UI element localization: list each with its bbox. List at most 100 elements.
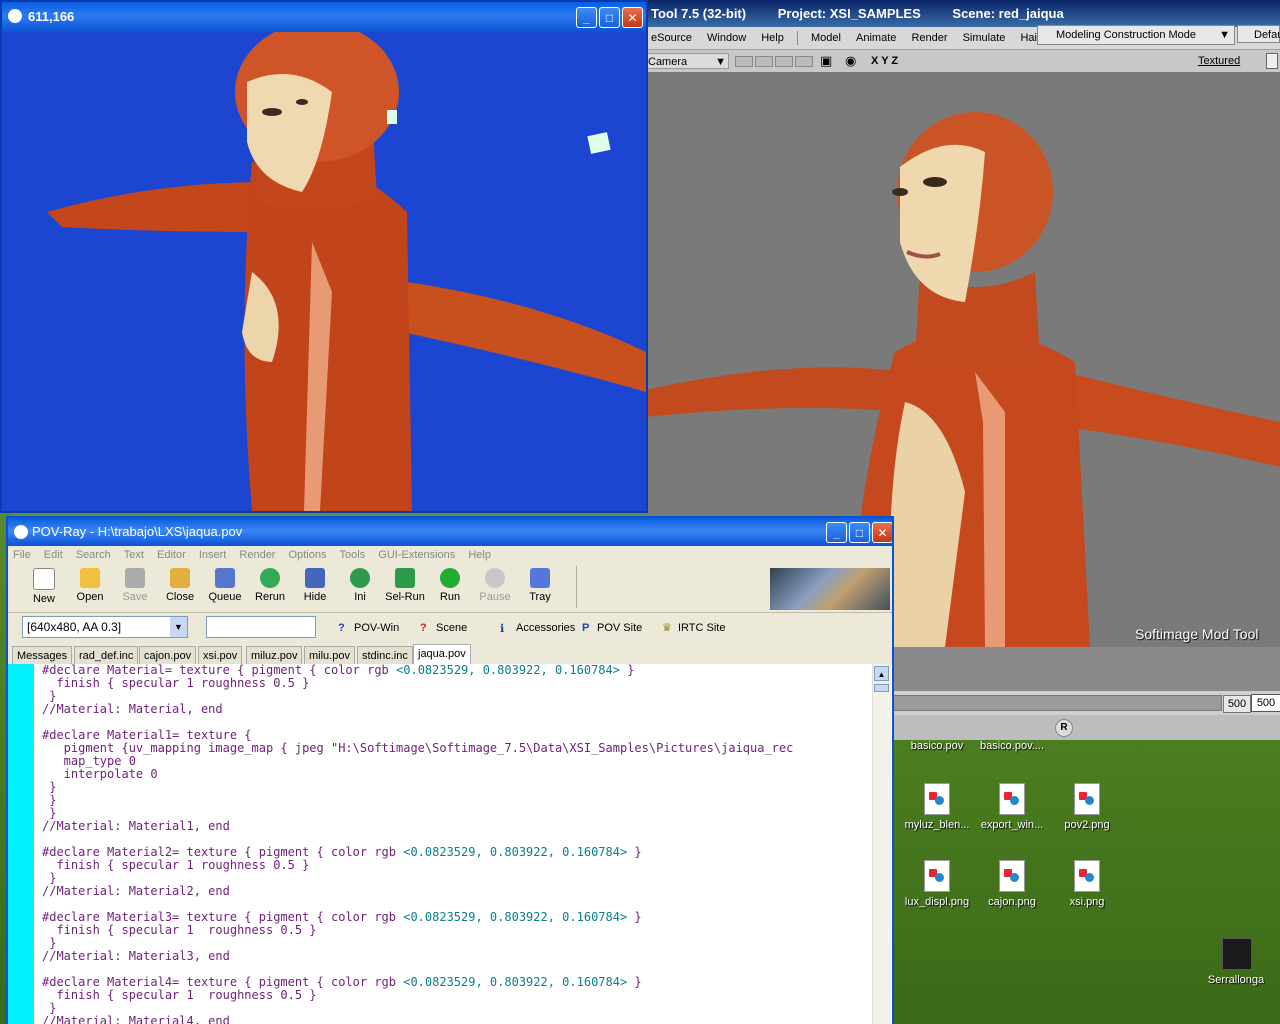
layout-dropdown[interactable]: Defau (1237, 25, 1280, 43)
menu-gui-extensions[interactable]: GUI-Extensions (373, 546, 460, 564)
tab-rad-def[interactable]: rad_def.inc (74, 646, 139, 664)
display-mode-label[interactable]: Textured (1198, 55, 1240, 67)
code-line[interactable]: } (42, 794, 872, 807)
pov-site-link[interactable]: POV Site (597, 622, 642, 634)
hide-button[interactable]: Hide (293, 568, 337, 603)
code-line[interactable]: finish { specular 1 roughness 0.5 } (42, 677, 872, 690)
menu-file[interactable]: File (8, 546, 36, 564)
eye-icon[interactable]: ◉ (845, 53, 856, 69)
scroll-up-button[interactable]: ▲ (874, 666, 889, 681)
accessories-link[interactable]: Accessories (516, 622, 575, 634)
command-line-input[interactable] (206, 616, 316, 638)
code-line[interactable]: finish { specular 1 roughness 0.5 } (42, 859, 872, 872)
sel-run-button[interactable]: Sel-Run (383, 568, 427, 603)
code-line[interactable]: //Material: Material, end (42, 703, 872, 716)
maximize-viewport-button[interactable] (1266, 53, 1278, 69)
code-line[interactable]: } (42, 781, 872, 794)
tab-miluz[interactable]: miluz.pov (246, 646, 303, 664)
last-frame-field[interactable]: 500 (1251, 694, 1280, 712)
camera-icon[interactable]: ▣ (820, 53, 832, 69)
menu-esource[interactable]: eSource (645, 27, 698, 49)
code-line[interactable]: interpolate 0 (42, 768, 872, 781)
end-frame-field[interactable]: 500 (1223, 695, 1251, 713)
tab-jaqua[interactable]: jaqua.pov (413, 644, 471, 664)
tab-stdinc[interactable]: stdinc.inc (357, 646, 413, 664)
record-button[interactable]: R (1055, 719, 1073, 737)
code-line[interactable]: //Material: Material1, end (42, 820, 872, 833)
tab-milu[interactable]: milu.pov (304, 646, 355, 664)
close-button[interactable]: ✕ (622, 7, 643, 28)
code-line[interactable]: finish { specular 1 roughness 0.5 } (42, 924, 872, 937)
resolution-select[interactable]: [640x480, AA 0.3] ▼ (22, 616, 188, 638)
view-button[interactable] (775, 56, 793, 67)
softimage-titlebar[interactable]: Tool 7.5 (32-bit) Project: XSI_SAMPLES S… (645, 0, 1280, 27)
save-button[interactable]: Save (113, 568, 157, 603)
construction-mode-dropdown[interactable]: Modeling Construction Mode ▼ (1037, 25, 1235, 45)
queue-button[interactable]: Queue (203, 568, 247, 603)
render-canvas (2, 32, 646, 511)
menu-help[interactable]: Help (755, 27, 790, 49)
desktop-icon-basico-pov-2[interactable]: basico.pov.... (972, 740, 1052, 752)
open-button[interactable]: Open (68, 568, 112, 603)
menu-tools[interactable]: Tools (335, 546, 371, 564)
irtc-site-link[interactable]: IRTC Site (678, 622, 725, 634)
menu-options[interactable]: Options (284, 546, 332, 564)
menu-model[interactable]: Model (805, 27, 847, 49)
code-line[interactable]: //Material: Material4, end (42, 1015, 872, 1024)
menu-editor[interactable]: Editor (152, 546, 191, 564)
xyz-axes[interactable]: X Y Z (871, 55, 898, 67)
desktop-icon-xsi[interactable]: xsi.png (1047, 860, 1127, 908)
code-line[interactable]: //Material: Material3, end (42, 950, 872, 963)
menu-window[interactable]: Window (701, 27, 752, 49)
view-button[interactable] (755, 56, 773, 67)
pov-site-icon: P (582, 622, 590, 634)
code-line[interactable]: map_type 0 (42, 755, 872, 768)
code-text[interactable]: #declare Material= texture { pigment { c… (42, 664, 872, 1024)
code-line[interactable]: finish { specular 1 roughness 0.5 } (42, 989, 872, 1002)
desktop-icon-label: Serrallonga (1207, 974, 1265, 986)
tab-messages[interactable]: Messages (12, 646, 73, 664)
scene-link[interactable]: Scene (436, 622, 467, 634)
menu-search[interactable]: Search (71, 546, 116, 564)
code-editor[interactable]: #declare Material= texture { pigment { c… (8, 664, 892, 1024)
minimize-button[interactable]: _ (576, 7, 597, 28)
code-line[interactable]: //Material: Material2, end (42, 885, 872, 898)
desktop-icon-myluz[interactable]: myluz_blen... (897, 783, 977, 831)
menu-animate[interactable]: Animate (850, 27, 902, 49)
view-buttons[interactable] (735, 56, 815, 67)
render-titlebar[interactable]: 611,166 _ □ ✕ (2, 2, 646, 32)
run-button[interactable]: Run (428, 568, 472, 603)
tray-button[interactable]: Tray (518, 568, 562, 603)
menu-help[interactable]: Help (463, 546, 496, 564)
desktop-icon-lux-displ[interactable]: lux_displ.png (897, 860, 977, 908)
desktop-icon-pov2[interactable]: pov2.png (1047, 783, 1127, 831)
povray-titlebar[interactable]: POV-Ray - H:\trabajo\LXS\jaqua.pov _ □ ✕ (8, 518, 892, 546)
menu-simulate[interactable]: Simulate (957, 27, 1012, 49)
vertical-scrollbar[interactable]: ▲ (872, 664, 891, 1024)
desktop-icon-export[interactable]: export_win... (972, 783, 1052, 831)
minimize-button[interactable]: _ (826, 522, 847, 543)
ini-button[interactable]: Ini (338, 568, 382, 603)
pov-win-link[interactable]: POV-Win (354, 622, 399, 634)
close-file-button[interactable]: Close (158, 568, 202, 603)
close-button[interactable]: ✕ (872, 522, 892, 543)
maximize-button[interactable]: □ (599, 7, 620, 28)
menu-edit[interactable]: Edit (39, 546, 68, 564)
menu-insert[interactable]: Insert (194, 546, 232, 564)
menu-render[interactable]: Render (905, 27, 953, 49)
tab-cajon[interactable]: cajon.pov (139, 646, 197, 664)
desktop-icon-cajon[interactable]: cajon.png (972, 860, 1052, 908)
camera-dropdown[interactable]: Camera ▼ (645, 53, 729, 69)
view-button[interactable] (795, 56, 813, 67)
desktop-icon-basico-pov[interactable]: basico.pov (897, 740, 977, 752)
maximize-button[interactable]: □ (849, 522, 870, 543)
code-line[interactable]: pigment {uv_mapping image_map { jpeg "H:… (42, 742, 872, 755)
new-button[interactable]: New (22, 568, 66, 605)
scroll-thumb[interactable] (874, 684, 889, 692)
view-button[interactable] (735, 56, 753, 67)
tab-xsi[interactable]: xsi.pov (198, 646, 243, 664)
pause-button[interactable]: Pause (473, 568, 517, 603)
menu-render[interactable]: Render (234, 546, 280, 564)
menu-text[interactable]: Text (119, 546, 149, 564)
rerun-button[interactable]: Rerun (248, 568, 292, 603)
